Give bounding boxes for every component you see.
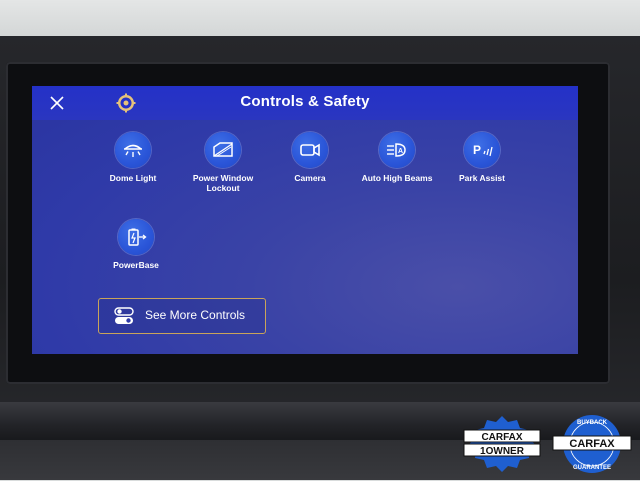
camera-icon <box>300 143 320 157</box>
dashboard-trim <box>0 402 640 442</box>
page-title: Controls & Safety <box>240 93 370 110</box>
high-beam-icon: A <box>387 143 406 157</box>
tile-label: Auto High Beams <box>361 173 433 183</box>
tile-label: Dome Light <box>109 173 157 183</box>
infotainment-screen: Controls & Safety Dome Light Power Windo… <box>32 86 578 354</box>
tile-park-assist[interactable]: P Park Assist <box>434 132 530 183</box>
toggle-icon <box>114 307 134 324</box>
window-lockout-icon <box>213 142 233 157</box>
background-wall <box>0 0 640 40</box>
park-assist-icon: P <box>473 143 493 157</box>
svg-text:CARFAX: CARFAX <box>481 432 522 443</box>
see-more-controls-button[interactable]: See More Controls <box>98 298 266 334</box>
dashboard-lower <box>0 440 640 480</box>
see-more-controls-label: See More Controls <box>145 308 246 322</box>
svg-text:P: P <box>473 143 481 157</box>
tile-label: Camera <box>294 173 326 183</box>
tile-dome-light[interactable]: Dome Light <box>85 132 181 183</box>
tile-auto-high-beams[interactable]: A Auto High Beams <box>349 132 445 183</box>
tile-label: Power Window Lockout <box>192 173 254 193</box>
carfax-one-owner-badge: CARFAX 1OWNER <box>462 414 541 472</box>
title-bar: Controls & Safety <box>32 86 578 120</box>
carfax-one-owner-logo: CARFAX 1OWNER <box>463 416 541 472</box>
svg-text:CARFAX: CARFAX <box>569 438 615 450</box>
tile-label: Park Assist <box>459 173 505 183</box>
svg-text:BUYBACK: BUYBACK <box>577 420 608 426</box>
carfax-buyback-logo: BUYBACK CARFAX GUARANTEE <box>552 415 632 473</box>
svg-text:1OWNER: 1OWNER <box>480 446 525 457</box>
tile-label: PowerBase <box>113 260 159 270</box>
powerbase-icon <box>128 228 147 246</box>
tile-powerbase[interactable]: PowerBase <box>88 219 184 270</box>
svg-text:A: A <box>398 148 403 155</box>
carfax-buyback-badge: BUYBACK CARFAX GUARANTEE <box>552 414 632 473</box>
dome-light-icon <box>124 144 142 157</box>
tile-camera[interactable]: Camera <box>262 132 358 183</box>
tile-power-window-lockout[interactable]: Power Window Lockout <box>175 132 271 193</box>
svg-text:GUARANTEE: GUARANTEE <box>573 465 611 471</box>
